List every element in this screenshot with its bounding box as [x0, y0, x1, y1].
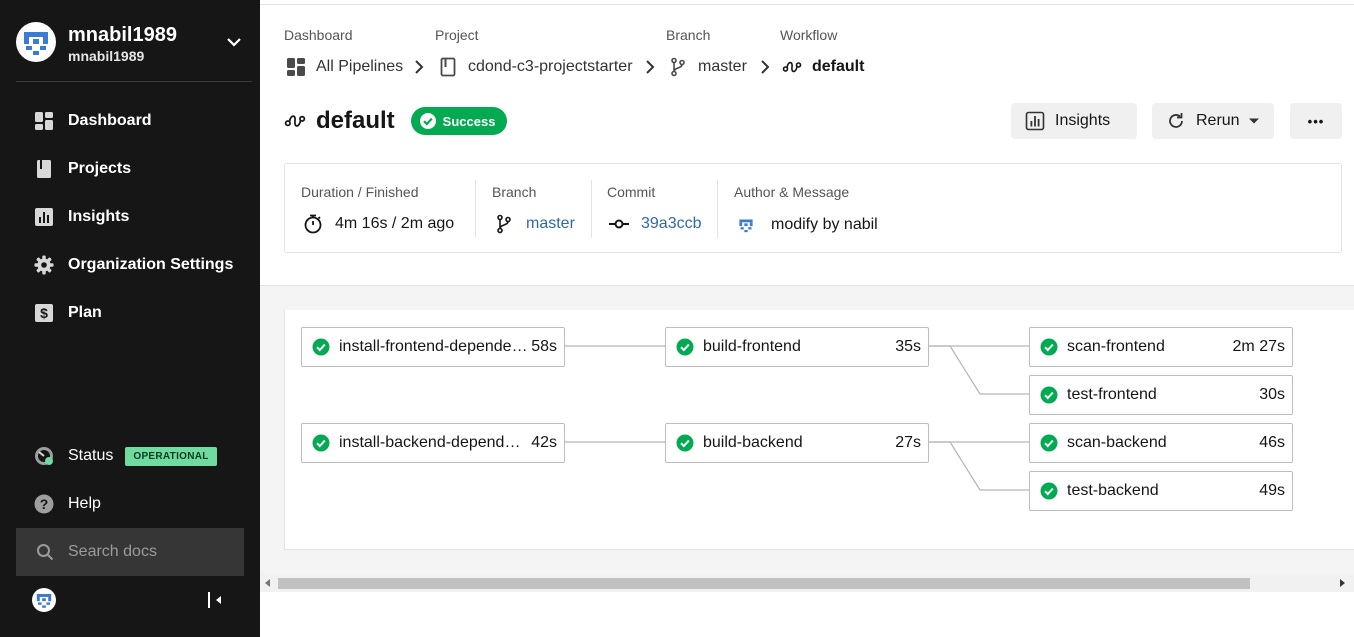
check-circle-icon — [676, 434, 694, 452]
sidebar-item-plan[interactable]: $ Plan — [16, 293, 252, 333]
app-root: mnabil1989 mnabil1989 Dashboard Projects… — [0, 0, 1354, 637]
sidebar-item-help[interactable]: ? Help — [16, 488, 252, 520]
job-duration: 30s — [1259, 386, 1285, 403]
check-circle-icon — [676, 338, 694, 356]
chevron-down-icon — [227, 38, 241, 47]
job-build-backend[interactable]: build-backend 27s — [665, 423, 929, 463]
sidebar: mnabil1989 mnabil1989 Dashboard Projects… — [0, 0, 260, 637]
job-name: scan-backend — [1067, 434, 1167, 451]
scrollbar-thumb[interactable] — [278, 578, 1250, 589]
job-name: scan-frontend — [1067, 338, 1165, 355]
search-icon — [37, 544, 54, 561]
job-duration: 2m 27s — [1232, 338, 1285, 355]
projects-icon — [34, 159, 54, 179]
svg-text:?: ? — [40, 496, 49, 512]
user-avatar — [16, 22, 56, 62]
job-name: install-frontend-dependencies — [339, 338, 530, 355]
sidebar-item-label: Dashboard — [68, 112, 152, 129]
job-name: test-backend — [1067, 482, 1159, 499]
scroll-right-icon[interactable] — [1338, 579, 1346, 587]
job-install-frontend-dependencies[interactable]: install-frontend-dependencies 58s — [301, 327, 565, 367]
sidebar-item-label: Projects — [68, 160, 132, 177]
sidebar-divider — [16, 81, 252, 82]
collapse-sidebar-icon[interactable] — [206, 591, 226, 609]
user-handle: mnabil1989 — [68, 48, 145, 64]
user-menu[interactable]: mnabil1989 mnabil1989 — [16, 22, 252, 64]
job-build-frontend[interactable]: build-frontend 35s — [665, 327, 929, 367]
sidebar-item-status[interactable]: Status OPERATIONAL — [16, 440, 252, 472]
check-circle-icon — [1040, 386, 1058, 404]
job-test-backend[interactable]: test-backend 49s — [1029, 471, 1293, 511]
status-gauge-icon — [34, 446, 54, 466]
dollar-icon: $ — [34, 303, 54, 323]
job-scan-frontend[interactable]: scan-frontend 2m 27s — [1029, 327, 1293, 367]
job-name: build-backend — [703, 434, 803, 451]
gear-icon — [34, 255, 54, 275]
sidebar-item-label: Plan — [68, 304, 102, 321]
main-content: Dashboard Project Branch Workflow All Pi… — [260, 0, 1354, 637]
help-label: Help — [68, 495, 101, 512]
svg-text:$: $ — [40, 305, 48, 321]
job-scan-backend[interactable]: scan-backend 46s — [1029, 423, 1293, 463]
scroll-left-icon[interactable] — [264, 579, 272, 587]
status-badge: OPERATIONAL — [125, 446, 217, 466]
check-circle-icon — [312, 434, 330, 452]
sidebar-item-organization-settings[interactable]: Organization Settings — [16, 245, 252, 285]
job-duration: 42s — [531, 434, 557, 451]
status-label: Status — [68, 447, 114, 464]
check-circle-icon — [1040, 338, 1058, 356]
sidebar-item-projects[interactable]: Projects — [16, 149, 252, 189]
job-duration: 49s — [1259, 482, 1285, 499]
org-avatar[interactable] — [32, 588, 56, 612]
sidebar-item-label: Organization Settings — [68, 256, 234, 273]
sidebar-item-insights[interactable]: Insights — [16, 197, 252, 237]
help-icon: ? — [34, 494, 54, 514]
job-duration: 27s — [895, 434, 921, 451]
horizontal-scrollbar[interactable] — [260, 574, 1354, 592]
check-circle-icon — [312, 338, 330, 356]
job-duration: 46s — [1259, 434, 1285, 451]
sidebar-item-label: Insights — [68, 208, 130, 225]
job-install-backend-dependencies[interactable]: install-backend-dependencies 42s — [301, 423, 565, 463]
job-name: install-backend-dependencies — [339, 434, 529, 451]
dashboard-icon — [34, 111, 54, 131]
job-duration: 58s — [531, 338, 557, 355]
job-name: build-frontend — [703, 338, 801, 355]
sidebar-item-dashboard[interactable]: Dashboard — [16, 101, 252, 141]
insights-icon — [34, 207, 54, 227]
job-duration: 35s — [895, 338, 921, 355]
job-name: test-frontend — [1067, 386, 1157, 403]
user-name: mnabil1989 — [68, 24, 177, 46]
search-docs-input[interactable]: Search docs — [16, 528, 244, 576]
check-circle-icon — [1040, 434, 1058, 452]
check-circle-icon — [1040, 482, 1058, 500]
job-connectors — [565, 345, 1029, 491]
job-test-frontend[interactable]: test-frontend 30s — [1029, 375, 1293, 415]
search-placeholder: Search docs — [68, 543, 157, 560]
